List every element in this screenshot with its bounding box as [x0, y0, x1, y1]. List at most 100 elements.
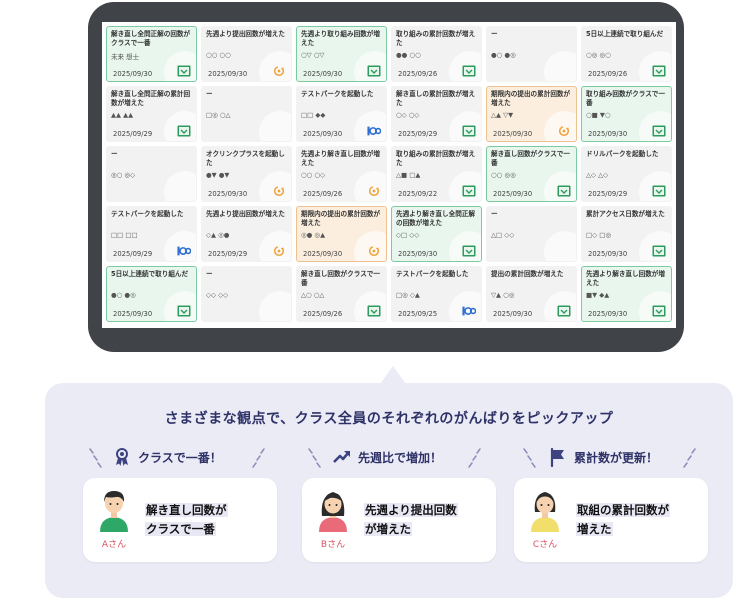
dash-left-icon: [308, 448, 321, 468]
card-title: 先週より解き直し回数が増えた: [301, 150, 380, 168]
card-title: 提出の累計回数が増えた: [491, 270, 564, 278]
refresh-cycle-icon: [273, 185, 285, 197]
card-title: 先週より取り組み回数が増えた: [301, 30, 380, 48]
achievement-card[interactable]: 先週より解き直し全問正解の回数が増えた ◇□ ◇◇ 2025/09/30: [391, 206, 482, 262]
achievement-card[interactable]: 5日以上連続で取り組んだ ○◎ ◎○ 2025/09/26: [581, 26, 672, 82]
card-date: 2025/09/29: [208, 250, 248, 258]
check-box-icon: [177, 305, 191, 317]
card-student-names: △▲ ▽▼: [491, 111, 514, 119]
refresh-cycle-icon: [558, 125, 570, 137]
achievement-card[interactable]: 取り組み回数がクラスで一番 ○■ ▼○ 2025/09/30: [581, 86, 672, 142]
card-student-names: ○▽ ○▽: [301, 51, 325, 59]
achievement-card[interactable]: 5日以上連続で取り組んだ ●○ ●◎ 2025/09/30: [106, 266, 197, 322]
card-title: 先週より提出回数が増えた: [206, 210, 285, 218]
test-park-logo-icon: [367, 126, 381, 136]
student-message: 取組の累計回数が 増えた: [576, 503, 670, 536]
achievement-card[interactable]: 先週より解き直し回数が増えた ○○ ○◇ 2025/09/26: [296, 146, 387, 202]
dash-right-icon: [252, 448, 265, 468]
card-student-names: □◎ ○△: [206, 111, 231, 119]
speech-notch: [380, 366, 406, 384]
achievement-card[interactable]: 解き直し全問正解の回数がクラスで一番 未来 想士 2025/09/30: [106, 26, 197, 82]
card-student-names: ●○ ●◎: [491, 51, 516, 59]
achievement-card[interactable]: ー □◎ ○△: [201, 86, 292, 142]
achievement-card[interactable]: 取り組みの累計回数が増えた ●● ○○ 2025/09/26: [391, 26, 482, 82]
achievement-card[interactable]: ー ◇◇ ◇◇: [201, 266, 292, 322]
achievement-card[interactable]: ー ●○ ●◎: [486, 26, 577, 82]
check-box-icon: [652, 65, 666, 77]
card-student-names: ○◎ ◎○: [586, 51, 611, 59]
card-date: 2025/09/30: [303, 250, 343, 258]
check-box-icon: [557, 305, 571, 317]
check-box-icon: [367, 65, 381, 77]
check-box-icon: [177, 125, 191, 137]
achievement-card-grid: 解き直し全問正解の回数がクラスで一番 未来 想士 2025/09/30 先週より提出回…: [106, 26, 672, 324]
card-student-names: ○◇ ○◇: [396, 111, 420, 119]
medal-ribbon-icon: [116, 448, 128, 466]
trend-up-icon: [333, 451, 350, 463]
achievement-card[interactable]: テストパークを起動した □□ □□ 2025/09/29: [106, 206, 197, 262]
card-title: 5日以上連続で取り組んだ: [111, 270, 189, 278]
achievement-card[interactable]: ドリルパークを起動した △◇ △◇ 2025/09/29: [581, 146, 672, 202]
tablet-screen: 解き直し全問正解の回数がクラスで一番 未来 想士 2025/09/30 先週より提出回…: [102, 22, 676, 328]
card-student-names: △□ ◇◇: [491, 231, 515, 239]
achievement-card[interactable]: 解き直し全問正解の累計回数が増えた ▲▲ ▲▲ 2025/09/29: [106, 86, 197, 142]
card-date: 2025/09/26: [303, 190, 343, 198]
achievement-card[interactable]: 先週より取り組み回数が増えた ○▽ ○▽ 2025/09/30: [296, 26, 387, 82]
card-date: 2025/09/30: [493, 130, 533, 138]
achievement-card[interactable]: 取り組みの累計回数が増えた △■ □▲ 2025/09/22: [391, 146, 482, 202]
card-title: ー: [206, 90, 213, 98]
check-box-icon: [652, 245, 666, 257]
category-class-top: クラスで一番！: [112, 446, 222, 468]
panel-headline: さまざまな観点で、クラス全員のそれぞれのがんばりをピックアップ: [164, 411, 614, 427]
achievement-card[interactable]: 提出の累計回数が増えた ▽▲ ○◎ 2025/09/30: [486, 266, 577, 322]
refresh-cycle-icon: [368, 245, 380, 257]
card-title: 期限内の提出の累計回数が増えた: [491, 90, 571, 108]
boy-avatar-icon: [100, 491, 128, 532]
achievement-card[interactable]: 先週より提出回数が増えた ○○ ○○ 2025/09/30: [201, 26, 292, 82]
card-student-names: □◇ □◎: [586, 231, 612, 239]
achievement-card[interactable]: 解き直し回数がクラスで一番 △○ ○△ 2025/09/26: [296, 266, 387, 322]
card-student-names: ◇▲ ◎●: [206, 231, 230, 239]
card-student-names: △○ ○△: [301, 291, 325, 299]
girl-avatar-icon: [531, 492, 559, 532]
achievement-card[interactable]: 解き直しの累計回数が増えた ○◇ ○◇ 2025/09/29: [391, 86, 482, 142]
card-date: 2025/09/26: [303, 310, 343, 318]
achievement-card[interactable]: 先週より解き直し回数が増えた ■▼ ◆▲ 2025/09/30: [581, 266, 672, 322]
achievement-card[interactable]: 期限内の提出の累計回数が増えた ◎● ◎▲ 2025/09/30: [296, 206, 387, 262]
card-date: 2025/09/30: [303, 130, 343, 138]
achievement-card[interactable]: 解き直し回数がクラスで一番 ○○ ◎◎ 2025/09/30: [486, 146, 577, 202]
check-box-icon: [652, 305, 666, 317]
card-student-names: ○○ ○◇: [301, 171, 326, 179]
test-park-logo-icon: [462, 306, 476, 316]
card-date: 2025/09/30: [208, 190, 248, 198]
card-date: 2025/09/30: [588, 250, 628, 258]
achievement-card[interactable]: 累計アクセス日数が増えた □◇ □◎ 2025/09/30: [581, 206, 672, 262]
student-message: 解き直し回数が クラスで一番: [145, 503, 228, 536]
achievement-card[interactable]: 先週より提出回数が増えた ◇▲ ◎● 2025/09/29: [201, 206, 292, 262]
check-box-icon: [557, 185, 571, 197]
card-date: 2025/09/30: [398, 250, 438, 258]
card-title: ドリルパークを起動した: [586, 150, 659, 158]
card-title: 解き直し全問正解の累計回数が増えた: [111, 90, 191, 108]
card-date: 2025/09/25: [398, 310, 438, 318]
category-label: クラスで一番！: [138, 450, 222, 465]
achievement-card[interactable]: テストパークを起動した □◎ ◇▲ 2025/09/25: [391, 266, 482, 322]
card-student-names: ▲▲ ▲▲: [111, 111, 134, 119]
card-date: 2025/09/30: [113, 70, 153, 78]
card-student-names: △◇ △◇: [586, 171, 609, 179]
achievement-card[interactable]: ー ◎○ ◎◇: [106, 146, 197, 202]
achievement-card[interactable]: オクリンクプラスを起動した ●▼ ●▼ 2025/09/30: [201, 146, 292, 202]
check-box-icon: [652, 185, 666, 197]
card-title: 5日以上連続で取り組んだ: [586, 30, 664, 38]
card-student-names: ○○ ◎◎: [491, 171, 516, 179]
student-name: Aさん: [101, 540, 127, 550]
card-title: ー: [206, 270, 213, 278]
achievement-card[interactable]: ー △□ ◇◇: [486, 206, 577, 262]
achievement-card[interactable]: テストパークを起動した □□ ◆◆ 2025/09/30: [296, 86, 387, 142]
card-title: 累計アクセス日数が増えた: [586, 210, 665, 218]
check-box-icon: [652, 125, 666, 137]
dash-left-icon: [89, 448, 102, 468]
achievement-card[interactable]: 期限内の提出の累計回数が増えた △▲ ▽▼ 2025/09/30: [486, 86, 577, 142]
student-card-c: Cさん 取組の累計回数が 増えた: [514, 478, 708, 562]
card-student-names: ●○ ●◎: [111, 291, 136, 299]
